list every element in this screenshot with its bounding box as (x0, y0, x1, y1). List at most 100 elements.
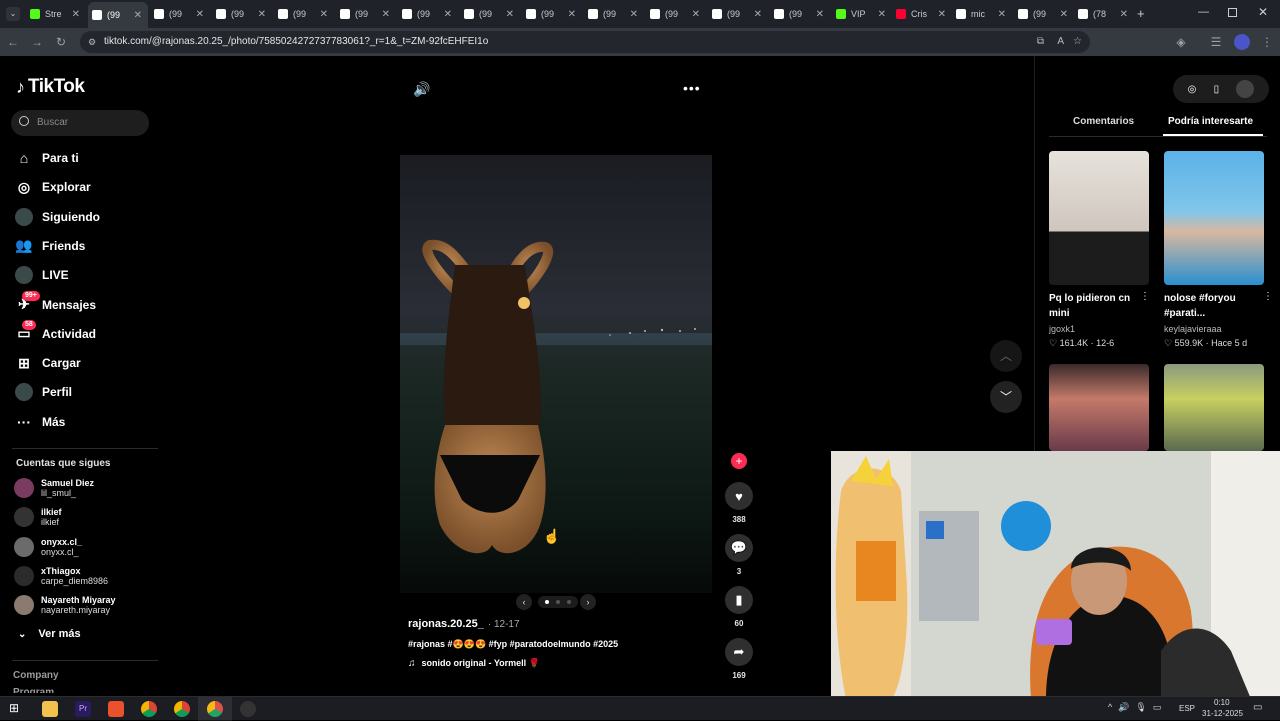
minimize-icon[interactable]: — (1198, 6, 1209, 18)
browser-menu-icon[interactable]: ⋮ (1258, 33, 1276, 51)
comment-icon[interactable]: 💬 (725, 534, 753, 562)
file-explorer-icon[interactable] (42, 701, 58, 717)
browser-tab[interactable]: (99 ✕ (522, 4, 582, 24)
tab-close-icon[interactable]: ✕ (1060, 9, 1068, 20)
bookmark-icon[interactable]: ▮ (725, 586, 753, 614)
recommended-thumbnail[interactable] (1049, 364, 1149, 451)
nav-item-siguiendo[interactable]: Siguiendo (14, 207, 100, 227)
share-action[interactable]: ➦ 169 (725, 638, 753, 680)
like-action[interactable]: ♥ 388 (725, 482, 753, 524)
browser-tab[interactable]: (99 ✕ (88, 2, 148, 28)
browser-tab[interactable]: VIP ✕ (832, 4, 892, 24)
nav-item-friends[interactable]: 👥 Friends (14, 236, 85, 256)
nav-item-mensajes[interactable]: ✈ 99+ Mensajes (14, 290, 96, 315)
reload-icon[interactable]: ↻ (52, 33, 70, 51)
footer-company-link[interactable]: Company (13, 670, 59, 681)
following-account[interactable]: Samuel Diez lil_smul_ (14, 478, 94, 498)
previous-video-button[interactable]: ︿ (990, 340, 1022, 372)
recommended-user[interactable]: jgoxk1 (1049, 324, 1075, 334)
browser-tab[interactable]: (99 ✕ (708, 4, 768, 24)
following-account[interactable]: ilkief ilkief (14, 507, 62, 528)
tab-close-icon[interactable]: ✕ (816, 9, 824, 20)
tab-close-icon[interactable]: ✕ (506, 9, 514, 20)
tab-close-icon[interactable]: ✕ (320, 9, 328, 20)
tab-close-icon[interactable]: ✕ (382, 9, 390, 20)
tab-close-icon[interactable]: ✕ (1120, 9, 1128, 20)
bookmark-star-icon[interactable]: ☆ (1073, 31, 1082, 53)
recommended-thumbnail[interactable] (1049, 151, 1149, 285)
tab-close-icon[interactable]: ✕ (568, 9, 576, 20)
tab-close-icon[interactable]: ✕ (938, 9, 946, 20)
chrome-icon[interactable] (141, 701, 157, 717)
nav-item-live[interactable]: LIVE (14, 265, 69, 285)
heart-icon[interactable]: ♥ (725, 482, 753, 510)
discover-icon[interactable]: ◎ (1188, 84, 1197, 95)
browser-tab[interactable]: Cris ✕ (892, 4, 952, 24)
clock-time[interactable]: 0:10 (1214, 698, 1230, 707)
recommended-user[interactable]: keylajavieraaa (1164, 324, 1222, 334)
search-input[interactable]: Buscar (11, 110, 149, 136)
see-more-button[interactable]: ⌄ Ver más (18, 628, 81, 640)
tray-icons[interactable]: ^🔊🎙▭ (1108, 702, 1167, 713)
start-button-icon[interactable]: ⊞ (9, 701, 25, 717)
card-more-icon[interactable]: ⋮ (1263, 291, 1273, 302)
nav-item-más[interactable]: ··· Más (14, 412, 65, 432)
recommended-thumbnail[interactable] (1164, 364, 1264, 451)
tab-list-icon[interactable]: ☰ (1207, 33, 1225, 51)
clock-date[interactable]: 31-12-2025 (1202, 709, 1243, 718)
language-indicator[interactable]: ESP (1179, 704, 1195, 713)
more-options-icon[interactable]: ••• (683, 80, 701, 96)
site-info-icon[interactable]: ⚙ (88, 31, 96, 53)
notifications-icon[interactable]: ▭ (1253, 702, 1262, 713)
tab-close-icon[interactable]: ✕ (754, 9, 762, 20)
tab-close-icon[interactable]: ✕ (72, 9, 80, 20)
restore-icon[interactable] (1228, 8, 1237, 17)
device-icon[interactable]: ▯ (1214, 84, 1220, 95)
browser-tab[interactable]: (99 ✕ (150, 4, 210, 24)
browser-tab[interactable]: (99 ✕ (1014, 4, 1074, 24)
tab-close-icon[interactable]: ✕ (134, 10, 142, 21)
browser-tab[interactable]: (99 ✕ (274, 4, 334, 24)
nav-item-actividad[interactable]: ▭ 58 Actividad (14, 319, 96, 344)
chrome-icon-2[interactable] (174, 701, 190, 717)
next-video-button[interactable]: ﹀ (990, 381, 1022, 413)
browser-tab[interactable]: (99 ✕ (398, 4, 458, 24)
user-avatar[interactable] (1236, 80, 1255, 98)
tab-comments[interactable]: Comentarios (1073, 116, 1134, 127)
profile-avatar[interactable] (1234, 34, 1250, 50)
post-sound[interactable]: sonido original - Yormell 🌹 (422, 658, 540, 669)
following-account[interactable]: onyxx.cl_ onyxx.cl_ (14, 536, 82, 557)
footer-program-link[interactable]: Program (13, 687, 54, 693)
tab-close-icon[interactable]: ✕ (258, 9, 266, 20)
browser-tab[interactable]: Stre ✕ (26, 4, 86, 24)
back-icon[interactable]: ← (4, 33, 22, 51)
browser-tab[interactable]: (99 ✕ (336, 4, 396, 24)
nav-item-cargar[interactable]: ⊞ Cargar (14, 353, 81, 373)
tab-recommended[interactable]: Podría interesarte (1168, 116, 1253, 127)
share-icon[interactable]: ➦ (725, 638, 753, 666)
browser-tab[interactable]: (99 ✕ (460, 4, 520, 24)
obs-icon[interactable] (240, 701, 256, 717)
forward-icon[interactable]: → (28, 33, 46, 51)
extensions-icon[interactable]: ◈ (1172, 33, 1190, 51)
tab-search-button[interactable]: ⌄ (6, 7, 20, 21)
browser-tab[interactable]: (99 ✕ (584, 4, 644, 24)
save-action[interactable]: ▮ 60 (725, 586, 753, 628)
carousel-next-button[interactable]: › (580, 594, 596, 610)
tab-close-icon[interactable]: ✕ (878, 9, 886, 20)
follow-plus-button[interactable]: + (731, 453, 747, 469)
browser-tab[interactable]: (99 ✕ (646, 4, 706, 24)
card-more-icon[interactable]: ⋮ (1140, 291, 1150, 302)
translate-icon[interactable]: A (1057, 31, 1064, 53)
following-account[interactable]: xThiagox carpe_diem8986 (14, 565, 108, 586)
following-account[interactable]: Nayareth Miyaray nayareth.miyaray (14, 595, 116, 616)
browser-tab[interactable]: (99 ✕ (770, 4, 830, 24)
nav-item-explorar[interactable]: ◎ Explorar (14, 177, 91, 197)
nav-item-para-ti[interactable]: ⌂ Para ti (14, 148, 79, 168)
volume-icon[interactable]: 🔊 (413, 81, 430, 98)
new-tab-button[interactable]: + (1137, 6, 1145, 21)
browser-tab[interactable]: mic ✕ (952, 4, 1012, 24)
tab-close-icon[interactable]: ✕ (998, 9, 1006, 20)
tab-close-icon[interactable]: ✕ (692, 9, 700, 20)
nav-item-perfil[interactable]: Perfil (14, 382, 72, 402)
